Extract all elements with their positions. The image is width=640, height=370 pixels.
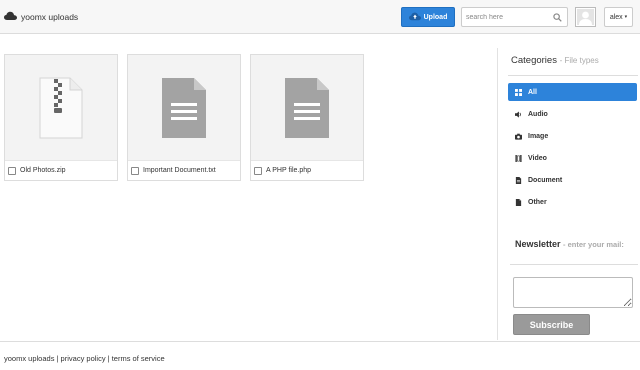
document-icon — [162, 77, 206, 138]
category-label: Document — [528, 176, 563, 184]
grid-icon — [515, 88, 522, 96]
footer-divider — [0, 341, 640, 342]
newsletter-title: Newsletter — [515, 239, 561, 249]
category-label: Other — [528, 198, 547, 206]
category-list: All Audio Image Video Document Other — [508, 83, 637, 215]
brand-name: yoomx uploads — [21, 12, 79, 22]
file-caption: A PHP file.php — [251, 160, 363, 180]
file-thumbnail[interactable] — [5, 55, 117, 160]
file-thumbnail[interactable] — [251, 55, 363, 160]
document-icon — [285, 77, 329, 138]
category-label: Image — [528, 132, 549, 140]
speaker-icon — [515, 110, 521, 118]
category-item-audio[interactable]: Audio — [508, 105, 637, 123]
camera-icon — [515, 133, 522, 140]
file-thumbnail[interactable] — [128, 55, 240, 160]
category-item-video[interactable]: Video — [508, 149, 637, 167]
top-navbar: yoomx uploads Upload alex ▾ — [0, 0, 640, 34]
category-item-other[interactable]: Other — [508, 193, 637, 211]
file-select-checkbox[interactable] — [131, 166, 139, 175]
footer-links[interactable]: yoomx uploads | privacy policy | terms o… — [4, 354, 165, 366]
user-avatar-icon — [577, 9, 594, 25]
subscribe-button[interactable]: Subscribe — [513, 314, 590, 335]
categories-heading: Categories - File types — [511, 55, 637, 69]
file-select-checkbox[interactable] — [254, 166, 262, 175]
category-label: Audio — [528, 110, 548, 118]
file-card[interactable]: Old Photos.zip — [4, 54, 118, 181]
category-item-image[interactable]: Image — [508, 127, 637, 145]
categories-subtitle: - File types — [559, 56, 599, 65]
search-input[interactable] — [466, 11, 548, 24]
divider — [508, 75, 638, 76]
user-name: alex — [609, 13, 623, 21]
newsletter-heading: Newsletter - enter your mail: — [515, 240, 637, 262]
file-name[interactable]: Old Photos.zip — [20, 167, 66, 174]
file-card[interactable]: Important Document.txt — [127, 54, 241, 181]
newsletter-email-field[interactable] — [513, 277, 633, 308]
file-card[interactable]: A PHP file.php — [250, 54, 364, 181]
avatar[interactable] — [575, 7, 596, 27]
search-icon[interactable] — [553, 13, 562, 22]
document-icon — [515, 176, 522, 184]
file-caption: Important Document.txt — [128, 160, 240, 180]
divider — [510, 264, 638, 265]
categories-title: Categories — [511, 55, 557, 66]
sidebar-divider — [497, 48, 498, 340]
brand-link[interactable]: yoomx uploads — [4, 10, 78, 24]
cloud-logo-icon — [4, 11, 17, 23]
file-name[interactable]: Important Document.txt — [143, 167, 216, 174]
category-item-all[interactable]: All — [508, 83, 637, 101]
upload-button[interactable]: Upload — [401, 7, 455, 27]
category-item-document[interactable]: Document — [508, 171, 637, 189]
cloud-upload-icon — [408, 12, 421, 23]
upload-button-label: Upload — [423, 13, 448, 21]
newsletter-subtitle: - enter your mail: — [563, 240, 624, 249]
search-box — [461, 7, 568, 27]
file-icon — [515, 198, 522, 206]
category-label: Video — [528, 154, 547, 162]
category-label: All — [528, 88, 537, 96]
file-select-checkbox[interactable] — [8, 166, 16, 175]
zip-file-icon — [39, 77, 83, 138]
film-icon — [515, 154, 522, 162]
file-caption: Old Photos.zip — [5, 160, 117, 180]
caret-down-icon: ▾ — [624, 14, 628, 20]
file-name[interactable]: A PHP file.php — [266, 167, 311, 174]
user-menu-button[interactable]: alex ▾ — [604, 7, 633, 27]
